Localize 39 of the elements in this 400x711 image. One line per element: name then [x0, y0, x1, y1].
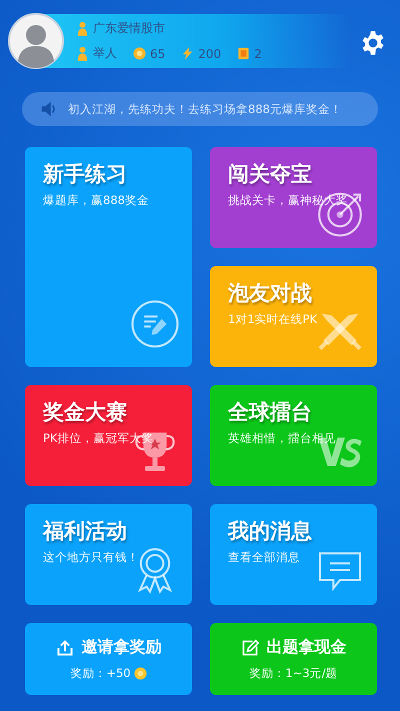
menu-card[interactable]: 福利活动 这个地方只有钱！ — [25, 504, 192, 605]
coin-icon — [133, 46, 146, 61]
reward-text: 奖励：1~3元/题 — [249, 666, 338, 681]
menu-card[interactable]: 泡友对战 1对1实时在线PK — [210, 266, 377, 367]
edit-icon — [240, 638, 258, 656]
lightning-icon — [181, 46, 194, 61]
avatar[interactable] — [8, 13, 64, 69]
card-title: 新手练习 — [43, 161, 128, 187]
notice-text: 初入江湖，先练功夫！去练习场拿888元爆库奖金！ — [68, 102, 342, 116]
settings-icon[interactable] — [360, 30, 386, 56]
rank-icon — [76, 46, 89, 61]
card-subtitle: 查看全部消息 — [228, 550, 301, 565]
card-subtitle: 1对1实时在线PK — [228, 312, 318, 327]
card-title: 闯关夺宝 — [228, 161, 313, 187]
share-icon — [56, 638, 74, 656]
coins-count: 65 — [150, 46, 166, 60]
card-subtitle: 这个地方只有钱！ — [43, 550, 140, 565]
menu-card[interactable]: 新手练习 爆题库，赢888奖金 — [25, 147, 192, 367]
card-title: 泡友对战 — [228, 280, 313, 306]
figure-icon — [76, 21, 89, 36]
menu-card[interactable]: 我的消息 查看全部消息 — [210, 504, 377, 605]
card-title: 我的消息 — [228, 518, 313, 544]
card-subtitle: 爆题库，赢888奖金 — [43, 193, 150, 208]
card-title: 奖金大赛 — [43, 399, 128, 425]
menu-card[interactable]: 全球擂台 英雄相惜，擂台相见 — [210, 385, 377, 486]
rank-label: 举人 — [93, 45, 117, 62]
card-subtitle: 英雄相惜，擂台相见 — [228, 431, 337, 446]
energy-count: 200 — [198, 46, 222, 60]
card-title: 福利活动 — [43, 518, 128, 544]
action-title: 邀请拿奖励 — [82, 637, 162, 658]
pencil-note-icon — [130, 299, 180, 349]
action-button[interactable]: 邀请拿奖励 奖励：+50 — [25, 623, 192, 695]
action-title: 出题拿现金 — [266, 637, 346, 658]
card-icon — [237, 46, 250, 61]
card-title: 全球擂台 — [228, 399, 313, 425]
action-button[interactable]: 出题拿现金 奖励：1~3元/题 — [210, 623, 377, 695]
cards-count: 2 — [254, 46, 262, 60]
user-name: 广东爱情股市 — [93, 20, 165, 37]
reward-text: 奖励：+50 — [70, 666, 131, 681]
